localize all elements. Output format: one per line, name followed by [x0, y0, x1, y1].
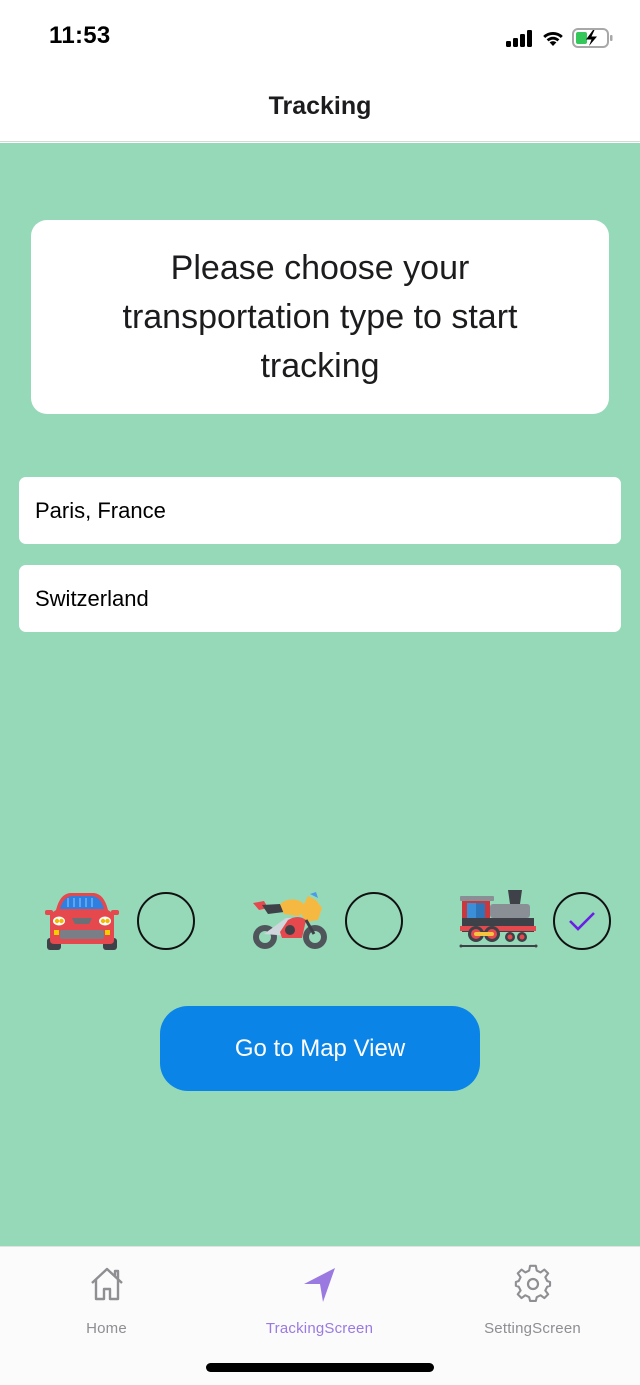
tab-label: Home [86, 1320, 127, 1337]
tracking-content: Please choose your transportation type t… [0, 143, 640, 1246]
checkmark-icon [569, 912, 595, 931]
destination-input[interactable] [19, 565, 621, 632]
tab-bar: Home TrackingScreen SettingScreen [0, 1246, 640, 1385]
prompt-text: Please choose your transportation type t… [122, 248, 518, 385]
go-to-map-view-button[interactable]: Go to Map View [160, 1006, 480, 1091]
radio-car[interactable] [137, 892, 195, 950]
status-time: 11:53 [49, 22, 111, 49]
navigation-arrow-icon [303, 1268, 335, 1302]
cellular-signal-icon [506, 30, 532, 47]
battery-charging-icon [572, 28, 613, 48]
radio-train[interactable] [553, 892, 611, 950]
home-icon [90, 1267, 123, 1301]
prompt-card: Please choose your transportation type t… [31, 220, 609, 414]
tab-tracking-screen[interactable]: TrackingScreen [213, 1247, 426, 1347]
navigation-header: Tracking [0, 76, 640, 142]
wifi-icon [543, 31, 563, 46]
tab-label: SettingScreen [484, 1320, 581, 1337]
status-icons [506, 27, 614, 49]
transport-options [0, 890, 640, 952]
motorcycle-icon [253, 892, 327, 949]
gear-icon [514, 1264, 551, 1302]
status-bar: 11:53 [0, 0, 640, 76]
train-icon [459, 890, 538, 948]
page-title: Tracking [268, 92, 372, 120]
tab-setting-screen[interactable]: SettingScreen [426, 1247, 639, 1347]
tab-home[interactable]: Home [0, 1247, 213, 1347]
home-indicator[interactable] [206, 1363, 434, 1372]
origin-input[interactable] [19, 477, 621, 544]
car-icon [45, 893, 119, 950]
radio-motorcycle[interactable] [345, 892, 403, 950]
tab-label: TrackingScreen [265, 1320, 374, 1337]
